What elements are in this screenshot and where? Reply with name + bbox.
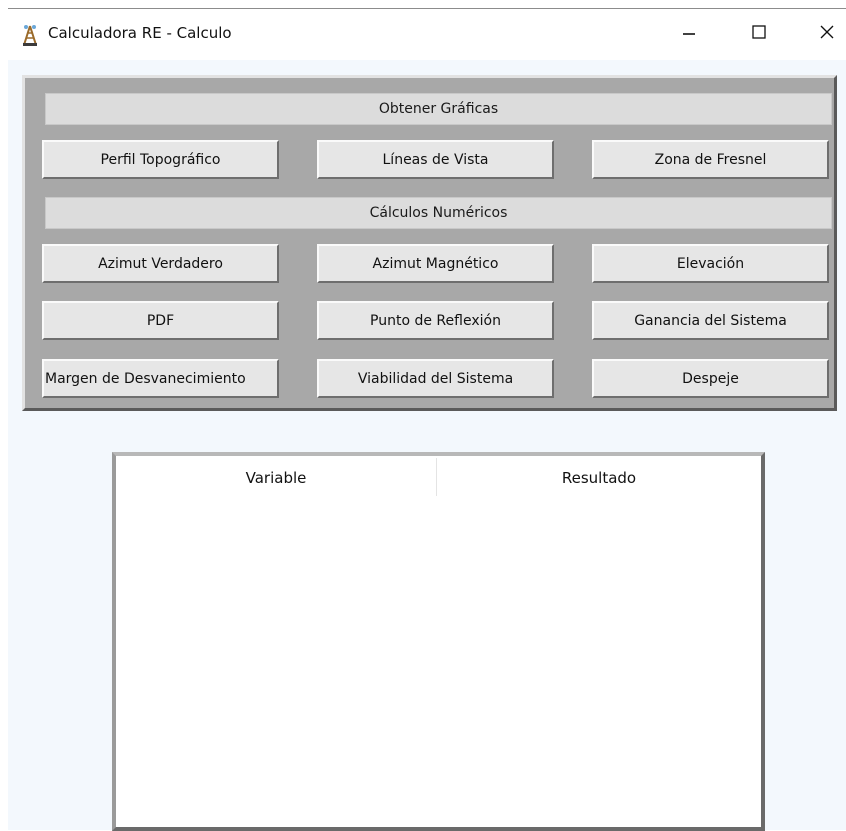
azimut-verdadero-button[interactable]: Azimut Verdadero xyxy=(42,244,279,283)
punto-de-reflexion-button[interactable]: Punto de Reflexión xyxy=(317,301,554,340)
ganancia-del-sistema-button[interactable]: Ganancia del Sistema xyxy=(592,301,829,340)
perfil-topografico-button[interactable]: Perfil Topográfico xyxy=(42,140,279,179)
title-bar[interactable]: Calculadora RE - Calculo xyxy=(8,8,846,60)
maximize-icon xyxy=(751,24,767,44)
despeje-button[interactable]: Despeje xyxy=(592,359,829,398)
viabilidad-del-sistema-button[interactable]: Viabilidad del Sistema xyxy=(317,359,554,398)
app-window: Calculadora RE - Calculo Obtener Gráfica… xyxy=(8,8,846,831)
close-button[interactable] xyxy=(794,9,846,59)
minimize-button[interactable] xyxy=(656,9,722,59)
zona-de-fresnel-button[interactable]: Zona de Fresnel xyxy=(592,140,829,179)
pdf-button[interactable]: PDF xyxy=(42,301,279,340)
variable-column-header[interactable]: Variable xyxy=(116,456,436,500)
graphs-section-header: Obtener Gráficas xyxy=(45,93,832,125)
azimut-magnetico-button[interactable]: Azimut Magnético xyxy=(317,244,554,283)
minimize-icon xyxy=(681,24,697,44)
close-icon xyxy=(819,24,835,44)
elevacion-button[interactable]: Elevación xyxy=(592,244,829,283)
window-title: Calculadora RE - Calculo xyxy=(48,24,232,42)
results-table[interactable]: Variable Resultado xyxy=(112,452,765,831)
maximize-button[interactable] xyxy=(726,9,792,59)
calculation-panel: Obtener Gráficas Perfil Topográfico Líne… xyxy=(22,75,837,411)
resultado-column-header[interactable]: Resultado xyxy=(437,456,761,500)
margen-de-desvanecimiento-button[interactable]: Margen de Desvanecimiento xyxy=(42,359,279,398)
antenna-tower-icon xyxy=(21,24,39,46)
lineas-de-vista-button[interactable]: Líneas de Vista xyxy=(317,140,554,179)
numeric-section-header: Cálculos Numéricos xyxy=(45,197,832,229)
